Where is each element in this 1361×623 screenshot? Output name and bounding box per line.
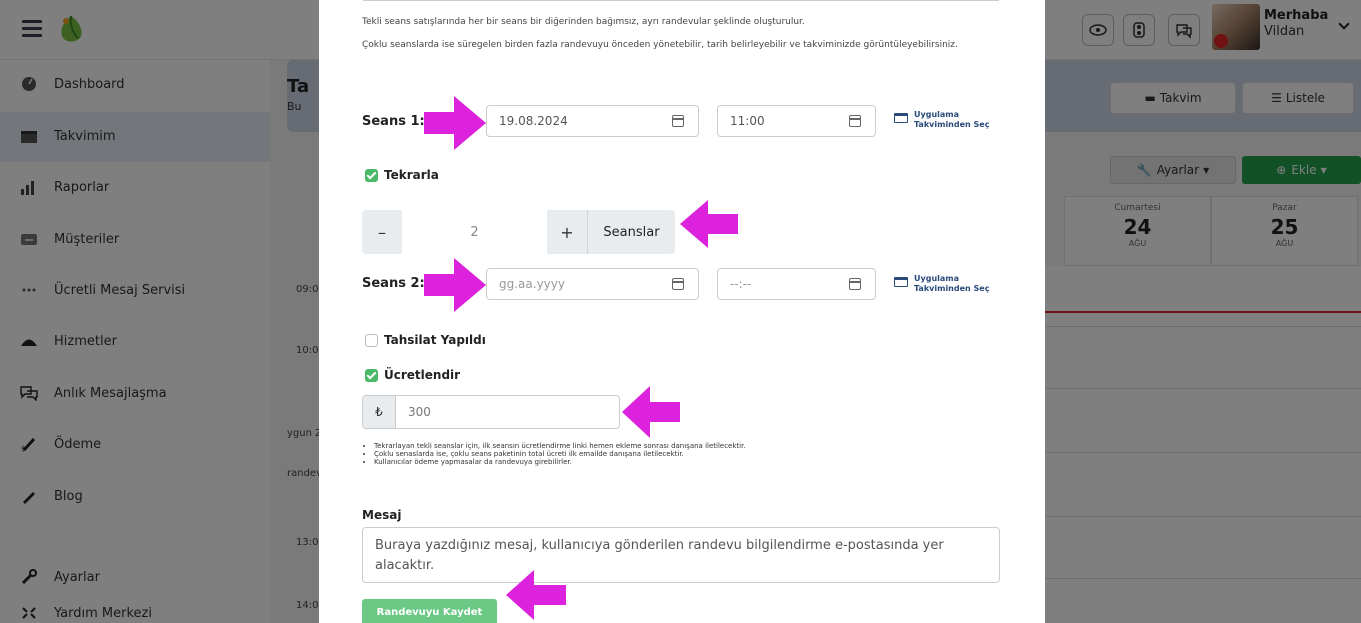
info-multi-session: Çoklu seanslarda ise süregelen birden fa… xyxy=(362,40,958,50)
annotation-arrow-left-icon xyxy=(506,570,566,620)
collected-checkbox[interactable] xyxy=(365,334,378,347)
calendar-icon xyxy=(894,113,908,123)
decrement-button[interactable]: – xyxy=(362,210,402,254)
session-count-stepper: – 2 + Seanslar xyxy=(362,210,675,254)
pick-from-calendar-link-1[interactable]: Uygulama Takviminden Seç xyxy=(894,110,989,130)
currency-symbol: ₺ xyxy=(362,395,396,429)
annotation-arrow-right-icon xyxy=(424,258,486,312)
charge-checkbox[interactable] xyxy=(365,369,378,382)
picker-line1: Uygulama xyxy=(914,274,960,283)
picker-line2: Takviminden Seç xyxy=(914,120,990,129)
session2-date-input[interactable]: gg.aa.yyyy xyxy=(486,268,699,300)
note-item: Kullanıcılar ödeme yapmasalar da randevu… xyxy=(374,458,746,466)
note-item: Çoklu senaslarda ise, çoklu seans paketi… xyxy=(374,450,746,458)
calendar-icon[interactable] xyxy=(672,115,684,127)
session1-time-value: 11:00 xyxy=(730,114,765,128)
calendar-icon xyxy=(894,277,908,287)
session1-label: Seans 1: xyxy=(362,114,425,129)
annotation-arrow-left-icon xyxy=(680,200,738,248)
picker-line1: Uygulama xyxy=(914,110,960,119)
session2-date-placeholder: gg.aa.yyyy xyxy=(499,277,565,291)
session2-time-input[interactable]: --:-- xyxy=(717,268,876,300)
session1-time-input[interactable]: 11:00 xyxy=(717,105,876,137)
repeat-label: Tekrarla xyxy=(384,168,439,182)
collected-label: Tahsilat Yapıldı xyxy=(384,333,486,347)
message-label: Mesaj xyxy=(362,508,402,522)
calendar-icon[interactable] xyxy=(849,278,861,290)
calendar-icon[interactable] xyxy=(672,278,684,290)
session2-time-placeholder: --:-- xyxy=(730,277,752,291)
session2-label: Seans 2: xyxy=(362,276,425,291)
calendar-icon[interactable] xyxy=(849,115,861,127)
save-appointment-button[interactable]: Randevuyu Kaydet xyxy=(362,599,497,623)
picker-line2: Takviminden Seç xyxy=(914,284,990,293)
charge-label: Ücretlendir xyxy=(384,368,461,382)
divider xyxy=(363,0,999,1)
info-single-session: Tekli seans satışlarında her bir seans b… xyxy=(362,17,805,27)
payment-notes: Tekrarlayan tekli seanslar için, ilk sea… xyxy=(374,442,746,466)
session-count-input[interactable]: 2 xyxy=(402,210,547,254)
pick-from-calendar-link-2[interactable]: Uygulama Takviminden Seç xyxy=(894,274,989,294)
message-textarea[interactable]: Buraya yazdığınız mesaj, kullanıcıya gön… xyxy=(362,527,1000,583)
amount-group: ₺ 300 xyxy=(362,395,620,429)
annotation-arrow-right-icon xyxy=(424,96,486,150)
sessions-button[interactable]: Seanslar xyxy=(587,210,675,254)
repeat-checkbox[interactable] xyxy=(365,169,378,182)
session1-date-value: 19.08.2024 xyxy=(499,114,568,128)
increment-button[interactable]: + xyxy=(547,210,587,254)
note-item: Tekrarlayan tekli seanslar için, ilk sea… xyxy=(374,442,746,450)
annotation-arrow-left-icon xyxy=(622,386,680,438)
amount-input[interactable]: 300 xyxy=(396,395,620,429)
session1-date-input[interactable]: 19.08.2024 xyxy=(486,105,699,137)
